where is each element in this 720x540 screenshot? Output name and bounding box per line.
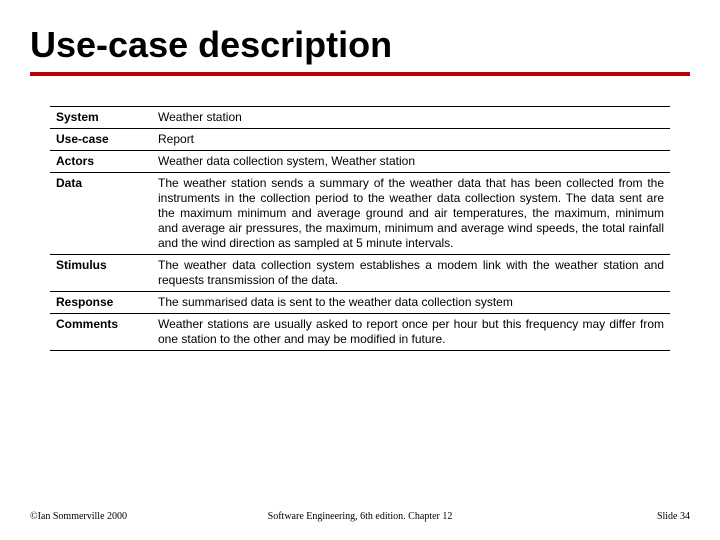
row-value: Weather stations are usually asked to re… bbox=[152, 314, 670, 351]
row-label: Actors bbox=[50, 151, 152, 173]
table-row: Response The summarised data is sent to … bbox=[50, 292, 670, 314]
table-row: System Weather station bbox=[50, 107, 670, 129]
footer-center: Software Engineering, 6th edition. Chapt… bbox=[30, 511, 690, 522]
row-label: Data bbox=[50, 173, 152, 255]
table-row: Comments Weather stations are usually as… bbox=[50, 314, 670, 351]
row-label: System bbox=[50, 107, 152, 129]
table-row: Actors Weather data collection system, W… bbox=[50, 151, 670, 173]
row-label: Response bbox=[50, 292, 152, 314]
table-row: Use-case Report bbox=[50, 129, 670, 151]
row-value: Weather data collection system, Weather … bbox=[152, 151, 670, 173]
row-label: Comments bbox=[50, 314, 152, 351]
row-value: The weather data collection system estab… bbox=[152, 255, 670, 292]
page-title: Use-case description bbox=[30, 24, 690, 76]
table-row: Stimulus The weather data collection sys… bbox=[50, 255, 670, 292]
row-value: The weather station sends a summary of t… bbox=[152, 173, 670, 255]
row-value: Report bbox=[152, 129, 670, 151]
table-row: Data The weather station sends a summary… bbox=[50, 173, 670, 255]
row-label: Use-case bbox=[50, 129, 152, 151]
slide: Use-case description System Weather stat… bbox=[0, 0, 720, 540]
row-value: Weather station bbox=[152, 107, 670, 129]
usecase-table: System Weather station Use-case Report A… bbox=[50, 106, 670, 351]
footer: ©Ian Sommerville 2000 Software Engineeri… bbox=[30, 511, 690, 522]
row-value: The summarised data is sent to the weath… bbox=[152, 292, 670, 314]
row-label: Stimulus bbox=[50, 255, 152, 292]
